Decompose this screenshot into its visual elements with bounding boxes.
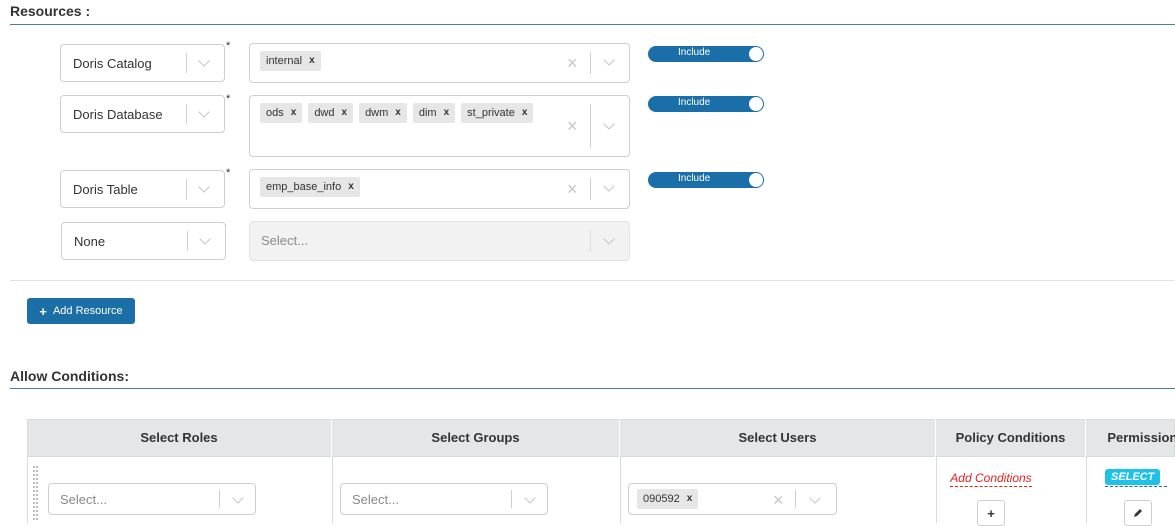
select-separator (590, 178, 591, 200)
allow-conditions-divider (10, 388, 1175, 389)
remove-tag-icon[interactable]: x (444, 103, 450, 123)
clear-icon[interactable]: × (567, 117, 578, 135)
chevron-down-icon[interactable] (232, 492, 244, 504)
resource-type-select-database[interactable]: Doris Database (60, 95, 225, 133)
resource-type-select-table[interactable]: Doris Table (60, 170, 225, 208)
permission-select-badge: SELECT (1105, 469, 1161, 485)
toggle-label: Include (678, 173, 711, 184)
value-tag: emp_base_info x (260, 177, 360, 197)
select-separator (186, 179, 187, 199)
toggle-label: Include (678, 47, 711, 58)
remove-tag-icon[interactable]: x (687, 489, 693, 509)
resource-type-label: None (74, 233, 106, 249)
required-marker: * (226, 93, 231, 105)
select-roles-input[interactable]: Select... (48, 483, 256, 515)
value-tag: ods x (260, 103, 303, 123)
toggle-label: Include (678, 97, 711, 108)
resource-type-label: Doris Catalog (73, 55, 152, 71)
remove-tag-icon[interactable]: x (348, 177, 354, 197)
value-tag: st_private x (461, 103, 534, 123)
select-separator (186, 104, 187, 124)
toggle-knob (749, 173, 763, 187)
value-tag: dim x (412, 103, 456, 123)
add-conditions-link[interactable]: Add Conditions (950, 471, 1032, 487)
remove-tag-icon[interactable]: x (395, 103, 401, 123)
toggle-knob (749, 97, 763, 111)
add-resource-button[interactable]: + Add Resource (27, 298, 135, 324)
resource-values-catalog[interactable]: internal x × (249, 43, 630, 83)
chevron-down-icon[interactable] (198, 181, 210, 193)
resource-type-select-none[interactable]: None (61, 222, 226, 260)
select-separator (186, 53, 187, 73)
clear-icon[interactable]: × (773, 491, 784, 509)
drag-handle-icon (36, 466, 42, 522)
select-separator (590, 52, 591, 74)
resources-divider (10, 24, 1175, 25)
clear-icon[interactable]: × (567, 54, 578, 72)
remove-tag-icon[interactable]: x (342, 103, 348, 123)
required-marker: * (226, 40, 231, 52)
allow-conditions-title: Allow Conditions: (10, 368, 129, 384)
value-tag: 090592 x (637, 489, 699, 509)
add-condition-button[interactable]: + (977, 500, 1005, 526)
required-marker: * (226, 167, 231, 179)
column-divider (620, 457, 621, 523)
select-separator (590, 230, 591, 252)
chevron-down-icon[interactable] (603, 54, 615, 66)
resource-values-database[interactable]: ods x dwd x dwm x dim x st_private x × (249, 95, 630, 157)
edit-permissions-button[interactable] (1124, 500, 1152, 526)
add-conditions-wrap: Add Conditions (936, 469, 1046, 487)
header-select-users: Select Users (620, 419, 936, 457)
resource-values-table[interactable]: emp_base_info x × (249, 169, 630, 209)
select-placeholder: Select... (261, 233, 308, 248)
select-separator (590, 104, 591, 148)
toggle-knob (749, 47, 763, 61)
resource-values-none[interactable]: Select... (249, 221, 630, 261)
select-groups-input[interactable]: Select... (340, 483, 548, 515)
resources-bottom-divider (10, 280, 1175, 281)
clear-icon[interactable]: × (567, 180, 578, 198)
remove-tag-icon[interactable]: x (522, 103, 528, 123)
column-divider (936, 457, 937, 523)
chevron-down-icon[interactable] (809, 492, 821, 504)
value-tag: internal x (260, 51, 321, 71)
select-placeholder: Select... (60, 492, 107, 507)
include-toggle-table[interactable]: Include (648, 172, 764, 188)
value-tag: dwm x (359, 103, 407, 123)
remove-tag-icon[interactable]: x (309, 51, 315, 71)
resource-type-label: Doris Database (73, 106, 163, 122)
add-resource-label: Add Resource (52, 305, 123, 317)
chevron-down-icon[interactable] (603, 118, 615, 130)
select-placeholder: Select... (352, 492, 399, 507)
value-tag: dwd x (308, 103, 354, 123)
permission-badge-wrap: SELECT (1105, 467, 1161, 485)
chevron-down-icon[interactable] (603, 233, 615, 245)
include-toggle-catalog[interactable]: Include (648, 46, 764, 62)
header-policy-conditions: Policy Conditions (936, 419, 1086, 457)
chevron-down-icon[interactable] (198, 106, 210, 118)
include-toggle-database[interactable]: Include (648, 96, 764, 112)
select-separator (511, 490, 512, 508)
resources-title: Resources : (10, 3, 91, 19)
plus-icon: + (39, 303, 47, 319)
select-separator (795, 490, 796, 508)
chevron-down-icon[interactable] (603, 180, 615, 192)
column-divider (332, 457, 333, 523)
resource-type-select-catalog[interactable]: Doris Catalog (60, 44, 225, 82)
chevron-down-icon[interactable] (199, 233, 211, 245)
select-separator (219, 490, 220, 508)
select-separator (187, 231, 188, 251)
header-select-roles: Select Roles (27, 419, 332, 457)
column-divider (1086, 457, 1087, 523)
plus-icon: + (987, 505, 995, 521)
resource-type-label: Doris Table (73, 181, 138, 197)
header-select-groups: Select Groups (332, 419, 620, 457)
pencil-icon (1134, 509, 1142, 517)
permission-underline (1105, 486, 1167, 487)
select-users-input[interactable]: 090592 x × (628, 483, 837, 515)
chevron-down-icon[interactable] (198, 55, 210, 67)
chevron-down-icon[interactable] (524, 492, 536, 504)
header-permissions: Permissions (1107, 430, 1175, 445)
remove-tag-icon[interactable]: x (291, 103, 297, 123)
